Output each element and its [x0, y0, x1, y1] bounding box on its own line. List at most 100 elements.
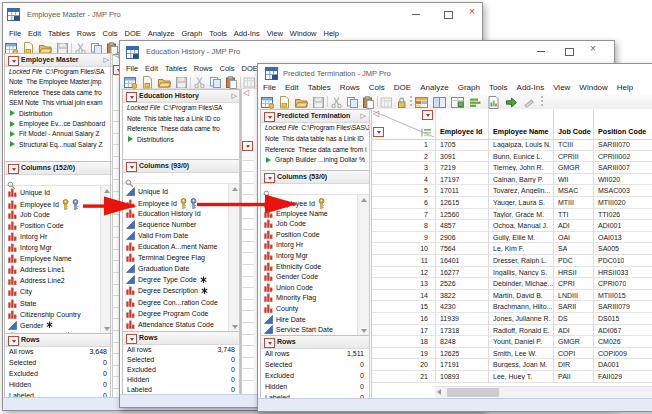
menu-graph[interactable]: Graph [458, 83, 480, 92]
table-row[interactable]: 92906Gully, Ellie M.OAIOAI013 [372, 232, 652, 244]
row-number[interactable]: 13 [372, 280, 428, 287]
menu-edit[interactable]: Edit [285, 83, 299, 92]
new-doc-icon[interactable] [141, 75, 154, 88]
menu-doe[interactable]: DOE [125, 29, 141, 38]
table-cell[interactable]: 17318 [440, 327, 459, 334]
menu-tables[interactable]: Tables [165, 64, 187, 73]
paste-icon[interactable] [362, 95, 375, 108]
scroll-up-icon[interactable] [104, 189, 110, 193]
row-number[interactable]: 8 [372, 222, 428, 229]
table-cell[interactable]: PAII [558, 373, 571, 380]
table-cell[interactable]: 10893 [440, 373, 459, 380]
h-scrollbar[interactable] [435, 386, 652, 398]
new-doc-icon[interactable] [278, 95, 291, 108]
row-number[interactable]: 1 [372, 141, 428, 148]
table-cell[interactable]: FAII029 [598, 373, 622, 380]
row-number[interactable]: 6 [372, 199, 428, 206]
menu-doe[interactable]: DOE [242, 64, 258, 73]
column-item[interactable]: Gender Code [264, 272, 318, 281]
column-item[interactable]: Service Start Date [264, 325, 333, 334]
chart-page-icon[interactable] [487, 95, 500, 108]
menu-analyze[interactable]: Analyze [420, 83, 448, 92]
copy-icon[interactable] [209, 75, 222, 88]
column-item[interactable]: Valid From Date [126, 231, 188, 240]
grid-columns-menu-icon[interactable] [422, 110, 433, 120]
menu-help[interactable]: Help [324, 29, 339, 38]
table-dis-icon[interactable] [380, 95, 393, 108]
maximize-button[interactable] [444, 11, 453, 19]
column-item[interactable]: Employee Name [8, 254, 72, 263]
table-cell[interactable]: GMGR [558, 164, 580, 171]
table-cell[interactable]: WII [558, 176, 569, 183]
table-row[interactable]: 712560Taylor, Grace M.TTITTI026 [372, 209, 652, 221]
table-row[interactable]: 1116401Dresser, Ralph L.PDCPDC010 [372, 255, 652, 267]
column-header[interactable]: Position Code [598, 127, 646, 136]
table-cell[interactable]: Ingallis, Nancy S. [493, 269, 547, 276]
table-cell[interactable]: DS [558, 315, 568, 322]
table-cell[interactable]: SA005 [598, 245, 619, 252]
menu-window[interactable]: Window [579, 83, 607, 92]
table-row[interactable]: 154230Brachmann, Hilto...SARIISARIII079 [372, 301, 652, 313]
table-cell[interactable]: COPI009 [598, 350, 627, 357]
table-cell[interactable]: MSAC003 [598, 187, 630, 194]
table-cell[interactable]: Smith, Lee W. [493, 350, 537, 357]
row-number[interactable]: 21 [372, 373, 428, 380]
table-cell[interactable]: 2906 [440, 234, 456, 241]
column-item[interactable]: Position Code [264, 230, 320, 239]
row-number[interactable]: 20 [372, 361, 428, 368]
table-cell[interactable]: Bunn, Eunice L. [493, 153, 542, 160]
table-cell[interactable]: CPRIII002 [598, 153, 630, 160]
table-cell[interactable]: 7564 [440, 245, 456, 252]
h-scroll-thumb[interactable] [447, 388, 499, 397]
row-number[interactable]: 3 [372, 164, 428, 171]
column-item[interactable]: Union Code [264, 283, 313, 292]
table-cell[interactable]: 4857 [440, 222, 456, 229]
column-item[interactable]: County [264, 304, 298, 313]
table-cell[interactable]: TTI [558, 211, 569, 218]
tbl-split-icon[interactable] [433, 95, 446, 108]
column-item[interactable]: Attendance Status Code [126, 320, 214, 329]
column-item[interactable]: Position Code [8, 221, 64, 230]
lock-icon[interactable] [395, 95, 408, 108]
column-item[interactable]: Ethnicity Code [264, 262, 321, 271]
menu-file[interactable]: File [263, 83, 276, 92]
row-number[interactable]: 18 [372, 338, 428, 345]
column-item[interactable]: Education History Id [126, 209, 201, 218]
menu-tools[interactable]: Tools [489, 83, 508, 92]
table-script[interactable]: Graph Builder ...ining Dollar % [266, 156, 365, 163]
title-bar[interactable]: Education History - JMP Pro× [120, 41, 614, 61]
table-cell[interactable]: ADI067 [598, 327, 621, 334]
title-bar[interactable]: Employee Master - JMP Pro× [3, 3, 482, 25]
row-number[interactable]: 11 [372, 257, 428, 264]
column-item[interactable]: Degree Description [126, 286, 208, 295]
table-cell[interactable]: Ochoa, Manual J. [493, 222, 548, 229]
column-item[interactable]: Intorg Mgr [264, 251, 308, 260]
menu-cols[interactable]: Cols [219, 64, 234, 73]
table-cell[interactable]: Martin, David B. [493, 292, 543, 299]
table-cell[interactable]: ADI001 [598, 222, 621, 229]
column-item[interactable]: Employee Id [264, 198, 325, 209]
table-cell[interactable]: 7219 [440, 164, 456, 171]
table-cell[interactable]: ADI [558, 327, 570, 334]
table-row[interactable]: 143822Martin, David B.LNDIIIMTIII015 [372, 290, 652, 302]
table-cell[interactable]: Calnan, Barry P. [493, 176, 543, 183]
table-cell[interactable]: SA [558, 245, 567, 252]
table-cell[interactable]: Radloff, Ronald E. [493, 327, 550, 334]
table-cell[interactable]: Taylor, Grace M. [493, 211, 544, 218]
table-cell[interactable]: Le, Kim F. [493, 245, 524, 252]
table-cell[interactable]: 17011 [440, 187, 459, 194]
menu-graph[interactable]: Graph [181, 29, 202, 38]
columns-search[interactable] [123, 173, 240, 184]
menu-rows[interactable]: Rows [194, 64, 213, 73]
table-cell[interactable]: 3091 [440, 153, 456, 160]
column-item[interactable]: Unique Id [126, 187, 168, 196]
table-cell[interactable]: PDC [558, 257, 573, 264]
column-header[interactable]: Job Code [558, 127, 591, 136]
table-cell[interactable]: 11939 [440, 315, 459, 322]
column-item[interactable]: Degree Program Code [126, 309, 208, 318]
table-cell[interactable]: 2526 [440, 280, 456, 287]
table-script[interactable]: Employee Ev...ce Dashboard [10, 120, 105, 127]
column-item[interactable]: Gender [8, 321, 53, 330]
column-item[interactable]: Address Line2 [8, 276, 65, 285]
table-cell[interactable]: 8248 [440, 338, 456, 345]
